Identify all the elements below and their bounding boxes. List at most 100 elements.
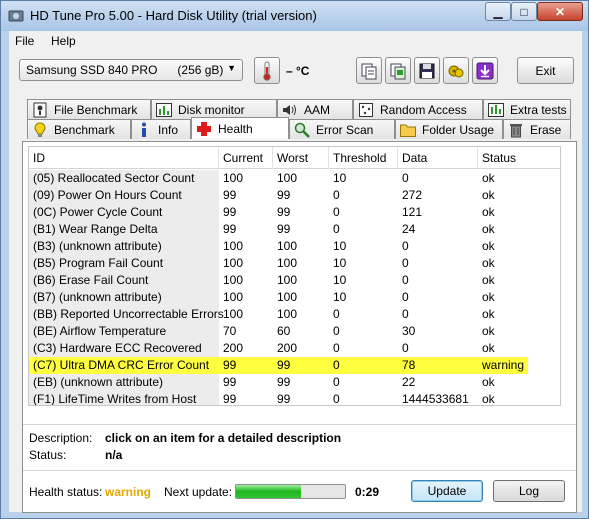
cell-worst: 60 [277, 324, 291, 338]
exit-button-label: Exit [535, 63, 556, 78]
menu-help[interactable]: Help [51, 34, 76, 48]
temperature-button[interactable] [254, 57, 280, 84]
cell-worst: 99 [277, 222, 291, 236]
cell-threshold: 10 [333, 290, 347, 304]
health-icon [196, 121, 212, 137]
status-value: n/a [105, 448, 123, 462]
cell-data: 30 [402, 324, 416, 338]
next-update-time: 0:29 [355, 485, 380, 499]
save-button[interactable] [414, 57, 440, 84]
table-row[interactable]: (BE) Airflow Temperature 70 60 0 30 ok [29, 323, 560, 340]
tab-random-access[interactable]: Random Access [353, 99, 483, 119]
cell-id: (B3) (unknown attribute) [29, 238, 219, 255]
title-bar[interactable]: HD Tune Pro 5.00 - Hard Disk Utility (tr… [1, 1, 588, 31]
column-header-data[interactable]: Data [398, 147, 478, 169]
cell-threshold: 0 [333, 375, 340, 389]
options-button[interactable] [443, 57, 469, 84]
smart-table[interactable]: ID Current Worst Threshold Data Status (… [28, 146, 561, 406]
tab-label: Benchmark [54, 122, 115, 137]
tab-erase[interactable]: Erase [503, 119, 571, 139]
temperature-readout: – °C [286, 64, 310, 78]
table-row[interactable]: (B3) (unknown attribute) 100 100 10 0 ok [29, 238, 560, 255]
tab-error-scan[interactable]: Error Scan [289, 119, 395, 139]
info-icon [136, 122, 152, 138]
table-row[interactable]: (C7) Ultra DMA CRC Error Count 99 99 0 78 war… [29, 357, 560, 374]
table-row[interactable]: (B6) Erase Fail Count 100 100 10 0 ok [29, 272, 560, 289]
cell-current: 99 [223, 375, 237, 389]
cell-data: 78 [398, 357, 478, 374]
table-row[interactable]: (B1) Wear Range Delta 99 99 0 24 ok [29, 221, 560, 238]
cell-current: 100 [223, 239, 244, 253]
table-row[interactable]: (05) Reallocated Sector Count 100 100 10 0 ok [29, 170, 560, 187]
cell-worst: 99 [277, 392, 291, 406]
cell-worst: 100 [277, 256, 298, 270]
update-button[interactable]: Update [411, 480, 483, 502]
table-row[interactable]: (C3) Hardware ECC Recovered 200 200 0 0 ok [29, 340, 560, 357]
drive-select[interactable]: Samsung SSD 840 PRO (256 gB) ▼ [19, 59, 243, 81]
cell-id: (BB) Reported Uncorrectable Errors [29, 306, 224, 323]
download-icon [476, 62, 494, 79]
cell-status: ok [482, 273, 495, 287]
cell-id: (B5) Program Fail Count [29, 255, 219, 272]
column-header-status[interactable]: Status [478, 147, 560, 169]
exit-button[interactable]: Exit [517, 57, 574, 84]
column-header-current[interactable]: Current [219, 147, 273, 169]
table-row[interactable]: (09) Power On Hours Count 99 99 0 272 ok [29, 187, 560, 204]
table-row[interactable]: (EB) (unknown attribute) 99 99 0 22 ok [29, 374, 560, 391]
cell-data: 0 [402, 171, 409, 185]
tab-health[interactable]: Health [191, 117, 289, 139]
close-button[interactable]: ✕ [537, 2, 583, 21]
cell-threshold: 0 [333, 222, 340, 236]
cell-current: 100 [223, 171, 244, 185]
column-header-id[interactable]: ID [29, 147, 219, 169]
cell-id: (05) Reallocated Sector Count [29, 170, 219, 187]
error-scan-icon [294, 122, 310, 138]
tab-label: Random Access [380, 102, 467, 117]
copy-screenshot-button[interactable] [385, 57, 411, 84]
table-row[interactable]: (F1) LifeTime Writes from Host 99 99 0 14445… [29, 391, 560, 406]
tab-disk-monitor[interactable]: Disk monitor [151, 99, 277, 119]
folder-icon [400, 122, 416, 138]
table-row[interactable]: (B7) (unknown attribute) 100 100 10 0 ok [29, 289, 560, 306]
cell-worst: 100 [277, 307, 298, 321]
maximize-button[interactable]: □ [511, 2, 537, 21]
table-row[interactable]: (BB) Reported Uncorrectable Errors 100 100… [29, 306, 560, 323]
cell-threshold: 0 [333, 392, 340, 406]
options-icon [448, 65, 464, 77]
cell-data: 22 [402, 375, 416, 389]
menu-file[interactable]: File [15, 34, 34, 48]
cell-current: 99 [219, 357, 273, 374]
minimize-button[interactable]: ▁ [485, 2, 511, 21]
cell-current: 100 [223, 256, 244, 270]
tab-folder-usage[interactable]: Folder Usage [395, 119, 503, 139]
cell-current: 99 [223, 392, 237, 406]
cell-current: 70 [223, 324, 237, 338]
cell-worst: 100 [277, 273, 298, 287]
tab-aam[interactable]: AAM [277, 99, 353, 119]
tab-extra-tests[interactable]: Extra tests [483, 99, 571, 119]
save-icon [419, 63, 435, 78]
cell-status: ok [482, 290, 495, 304]
copy-text-button[interactable] [356, 57, 382, 84]
extra-tests-icon [488, 102, 504, 118]
tab-benchmark[interactable]: Benchmark [27, 119, 131, 139]
drive-select-value: Samsung SSD 840 PRO (256 gB) [26, 63, 224, 77]
progress-fill [236, 485, 302, 498]
tab-file-benchmark[interactable]: File Benchmark [27, 99, 151, 119]
close-icon: ✕ [554, 4, 566, 19]
download-button[interactable] [472, 57, 498, 84]
cell-current: 100 [223, 290, 244, 304]
client-area: File Help Samsung SSD 840 PRO (256 gB) ▼… [9, 31, 582, 513]
log-button[interactable]: Log [493, 480, 565, 502]
tab-info[interactable]: Info [131, 119, 191, 139]
cell-current: 200 [223, 341, 244, 355]
table-row[interactable]: (B5) Program Fail Count 100 100 10 0 ok [29, 255, 560, 272]
column-header-worst[interactable]: Worst [273, 147, 329, 169]
health-status-label: Health status: [29, 485, 103, 499]
app-window: HD Tune Pro 5.00 - Hard Disk Utility (tr… [0, 0, 589, 519]
table-row[interactable]: (0C) Power Cycle Count 99 99 0 121 ok [29, 204, 560, 221]
column-header-threshold[interactable]: Threshold [329, 147, 398, 169]
cell-id: (B1) Wear Range Delta [29, 221, 219, 238]
cell-worst: 99 [277, 375, 291, 389]
benchmark-icon [32, 121, 48, 138]
